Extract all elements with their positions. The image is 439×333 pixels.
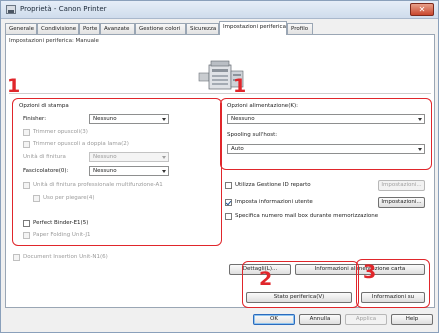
spooling-select-value: Auto	[231, 146, 244, 152]
tab-profile[interactable]: Profilo	[287, 23, 313, 34]
properties-window: Proprietà - Canon Printer ✕ Generale Con…	[0, 0, 439, 333]
trimmer-double-label: Trimmer opuscoli a doppia lama(2)	[33, 141, 129, 147]
close-button[interactable]: ✕	[410, 3, 434, 16]
trimmer-label: Trimmer opuscoli(3)	[33, 129, 88, 135]
document-insertion-label: Document Insertion Unit-N1(6)	[23, 254, 108, 260]
user-info-settings-button[interactable]: Impostazioni...	[378, 197, 425, 208]
callout-number-1-left: 1	[7, 75, 21, 97]
tab-general[interactable]: Generale	[5, 23, 37, 34]
help-button[interactable]: Help	[391, 314, 433, 325]
print-options-group-label: Opzioni di stampa	[19, 103, 69, 109]
printer-icon	[6, 5, 16, 14]
finisher-select-value: Nessuno	[93, 116, 117, 122]
spooling-label: Spooling sull'host:	[227, 132, 278, 138]
ok-button[interactable]: OK	[253, 314, 295, 325]
chevron-down-icon	[418, 118, 422, 121]
apply-button[interactable]: Applica	[345, 314, 387, 325]
device-settings-subheading: Impostazioni periferica: Manuale	[9, 38, 99, 44]
use-folder-label: Uso per piegare(4)	[43, 195, 95, 201]
document-insertion-checkbox[interactable]	[13, 254, 20, 261]
window-title: Proprietà - Canon Printer	[20, 5, 107, 13]
use-folder-checkbox[interactable]	[33, 195, 40, 202]
folding-select[interactable]: Nessuno	[89, 166, 169, 176]
binding-unit-select-value: Nessuno	[93, 154, 117, 160]
paper-folding-checkbox[interactable]	[23, 232, 30, 239]
spooling-select[interactable]: Auto	[227, 144, 425, 154]
chevron-down-icon	[418, 148, 422, 151]
finisher-select[interactable]: Nessuno	[89, 114, 169, 124]
mailbox-number-checkbox[interactable]	[225, 213, 232, 220]
feed-options-select[interactable]: Nessuno	[227, 114, 425, 124]
title-bar: Proprietà - Canon Printer ✕	[1, 1, 438, 19]
chevron-down-icon	[162, 156, 166, 159]
feed-options-label: Opzioni alimentazione(K):	[227, 103, 298, 109]
device-status-button[interactable]: Stato periferica(V)	[246, 292, 352, 303]
set-user-info-label: Imposta informazioni utente	[235, 199, 313, 205]
tab-security[interactable]: Sicurezza	[186, 23, 219, 34]
pro-binding-checkbox[interactable]	[23, 182, 30, 189]
mailbox-number-label: Specifica numero mail box durante memori…	[235, 213, 379, 219]
perfect-binder-checkbox[interactable]	[23, 220, 30, 227]
tab-sharing[interactable]: Condivisione	[37, 23, 79, 34]
perfect-binder-label: Perfect Binder-E1(5)	[33, 220, 89, 226]
binding-unit-label: Unità di finitura	[23, 154, 66, 160]
tab-device-settings[interactable]: Impostazioni periferica	[219, 21, 287, 35]
trimmer-double-checkbox[interactable]	[23, 141, 30, 148]
binding-unit-select[interactable]: Nessuno	[89, 152, 169, 162]
dept-id-settings-button[interactable]: Impostazioni...	[378, 180, 425, 191]
callout-number-2: 2	[259, 268, 273, 290]
feed-options-select-value: Nessuno	[231, 116, 255, 122]
use-dept-id-label: Utilizza Gestione ID reparto	[235, 182, 311, 188]
tab-color-management[interactable]: Gestione colori	[135, 23, 186, 34]
cancel-button[interactable]: Annulla	[299, 314, 341, 325]
finisher-label: Finisher:	[23, 116, 47, 122]
paper-info-button[interactable]: Informazioni alimentazione carta	[295, 264, 425, 275]
paper-folding-label: Paper Folding Unit-J1	[33, 232, 91, 238]
tab-advanced[interactable]: Avanzate	[100, 23, 135, 34]
folding-select-value: Nessuno	[93, 168, 117, 174]
panel-divider	[9, 93, 431, 94]
trimmer-checkbox[interactable]	[23, 129, 30, 136]
tab-ports[interactable]: Porte	[79, 23, 100, 34]
pro-binding-label: Unità di finitura professionale multifun…	[33, 182, 163, 188]
tab-strip: Generale Condivisione Porte Avanzate Ges…	[5, 21, 433, 35]
callout-number-3: 3	[363, 261, 377, 283]
chevron-down-icon	[162, 118, 166, 121]
about-button[interactable]: Informazioni su	[361, 292, 425, 303]
folding-label: Fascicolatore(0):	[23, 168, 69, 174]
chevron-down-icon	[162, 170, 166, 173]
callout-number-1-right: 1	[233, 75, 247, 97]
set-user-info-checkbox[interactable]	[225, 199, 232, 206]
use-dept-id-checkbox[interactable]	[225, 182, 232, 189]
